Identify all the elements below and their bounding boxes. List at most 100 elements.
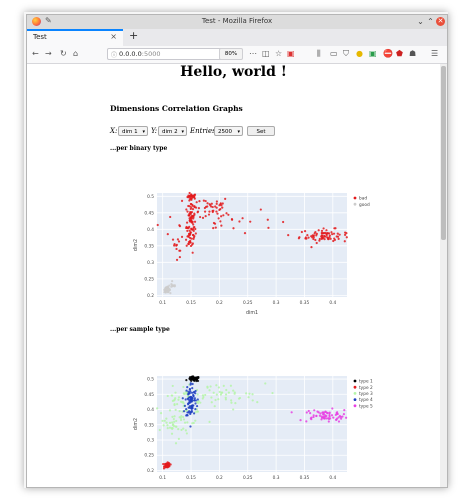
sample-type-scatter-chart[interactable]: 0.1 0.15 0.2 0.25 0.3 0.35 0.4 0.2 0.25 0.3 0.35 0.… xyxy=(107,372,377,487)
data-point xyxy=(312,234,315,237)
y-tick-label: 0.35 xyxy=(144,243,154,249)
x-dimension-select[interactable]: dim 1 ▾ xyxy=(118,126,148,136)
back-icon[interactable]: ← xyxy=(32,48,39,60)
data-point xyxy=(182,402,185,405)
y-axis-label: dim2 xyxy=(133,418,139,430)
data-point xyxy=(186,397,189,400)
y-tick-label: 0.2 xyxy=(147,468,154,474)
data-point xyxy=(219,207,222,211)
data-point xyxy=(204,215,207,218)
bookmark-star-icon[interactable]: ☆ xyxy=(275,48,282,60)
ghost-icon[interactable]: ☗ xyxy=(409,48,416,60)
legend-marker[interactable] xyxy=(353,392,357,395)
legend-marker[interactable] xyxy=(353,379,357,383)
zoom-indicator[interactable]: 80% xyxy=(219,48,243,60)
close-tab-icon[interactable]: × xyxy=(110,32,117,41)
emoji-icon[interactable]: ● xyxy=(356,48,363,60)
legend-label[interactable]: type 4 xyxy=(359,397,373,403)
data-point xyxy=(192,229,195,232)
legend-label[interactable]: good xyxy=(359,202,370,208)
legend-marker[interactable] xyxy=(353,404,357,408)
reload-icon[interactable]: ↻ xyxy=(60,48,67,60)
data-point xyxy=(216,212,219,215)
x-tick-label: 0.35 xyxy=(300,475,310,481)
data-point xyxy=(168,465,171,468)
y-tick-label: 0.3 xyxy=(147,438,154,444)
data-point xyxy=(175,247,178,251)
legend-label[interactable]: type 1 xyxy=(359,379,373,385)
data-point xyxy=(232,408,235,411)
data-point xyxy=(171,394,174,397)
legend-label[interactable]: type 2 xyxy=(359,385,373,391)
legend-label[interactable]: type 3 xyxy=(359,391,373,397)
data-point xyxy=(171,238,175,241)
data-point xyxy=(327,420,330,423)
page-actions-icon[interactable]: ⋯ xyxy=(249,48,257,60)
data-point xyxy=(186,210,189,213)
y-tick-label: 0.4 xyxy=(147,227,154,233)
data-point xyxy=(196,376,199,379)
maximize-icon[interactable]: ⌃ xyxy=(426,17,435,26)
data-point xyxy=(225,388,228,392)
legend-marker[interactable] xyxy=(353,385,357,389)
close-window-icon[interactable]: ✕ xyxy=(436,17,445,26)
data-point xyxy=(217,386,220,389)
data-point xyxy=(162,462,165,466)
scrollbar-thumb[interactable] xyxy=(441,66,446,240)
y-tick-label: 0.45 xyxy=(144,210,154,216)
screenshot-icon[interactable]: ▣ xyxy=(369,48,377,60)
data-point xyxy=(330,414,334,417)
data-point xyxy=(220,224,223,227)
new-tab-icon[interactable]: + xyxy=(129,29,138,42)
data-point xyxy=(209,204,212,207)
ublock-icon[interactable]: ⬟ xyxy=(396,48,403,60)
data-point xyxy=(168,284,171,287)
library-icon[interactable]: ⫼ xyxy=(317,48,321,60)
y-label: Y: xyxy=(151,127,158,135)
extension-icon[interactable]: ▣ xyxy=(287,48,295,60)
data-point xyxy=(332,416,335,419)
data-point xyxy=(208,389,211,392)
legend-marker[interactable] xyxy=(353,196,357,200)
data-point xyxy=(194,232,197,235)
tab-test[interactable]: Test × xyxy=(27,29,123,46)
data-point xyxy=(185,226,188,230)
data-point xyxy=(221,202,224,205)
data-point xyxy=(299,419,302,422)
vertical-scrollbar[interactable] xyxy=(440,64,447,487)
entries-select-value: 2500 xyxy=(218,129,232,135)
binary-type-scatter-chart[interactable]: 0.1 0.15 0.2 0.25 0.3 0.35 0.4 0.2 0.25 0.3 0.35 0.… xyxy=(107,189,377,319)
block-icon[interactable]: ⛔ xyxy=(383,48,393,60)
legend-marker[interactable] xyxy=(353,398,357,401)
set-button[interactable]: Set xyxy=(247,126,275,136)
legend-marker[interactable] xyxy=(353,202,357,206)
shield-icon[interactable]: ⛉ xyxy=(343,48,349,60)
x-tick-label: 0.2 xyxy=(216,475,223,481)
minimize-icon[interactable]: ⌄ xyxy=(416,17,425,26)
data-point xyxy=(343,240,346,243)
forward-icon[interactable]: → xyxy=(45,48,52,60)
url-port: :5000 xyxy=(141,50,161,58)
entries-select[interactable]: 2500 ▾ xyxy=(214,126,243,136)
menu-icon[interactable]: ☰ xyxy=(431,48,438,60)
data-point xyxy=(220,215,223,218)
data-point xyxy=(185,408,188,411)
data-point xyxy=(211,205,214,209)
pocket-icon[interactable]: ◫ xyxy=(262,48,270,60)
y-dimension-select[interactable]: dim 2 ▾ xyxy=(158,126,187,136)
y-tick-label: 0.35 xyxy=(144,422,154,428)
legend-label[interactable]: type 5 xyxy=(359,403,373,409)
data-point xyxy=(342,413,346,416)
url-host: 0.0.0.0 xyxy=(119,50,142,58)
home-icon[interactable]: ⌂ xyxy=(73,48,78,60)
data-point xyxy=(322,227,325,230)
data-point xyxy=(190,206,193,209)
data-point xyxy=(317,229,320,232)
data-point xyxy=(247,396,250,399)
sidebar-icon[interactable]: ▭ xyxy=(330,48,338,60)
legend-label[interactable]: bad xyxy=(359,196,367,202)
data-point xyxy=(315,234,318,237)
data-point xyxy=(185,379,188,382)
info-icon[interactable]: ⓘ xyxy=(111,50,117,59)
data-point xyxy=(190,405,193,408)
